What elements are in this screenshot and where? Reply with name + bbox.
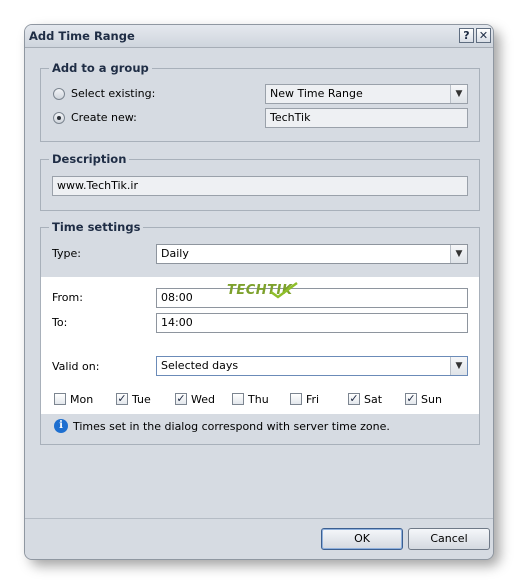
- help-button[interactable]: ?: [459, 28, 474, 43]
- add-time-range-dialog: Add Time Range ? ✕ Add to a group Select…: [24, 24, 494, 560]
- to-time-input[interactable]: 14:00: [156, 313, 468, 333]
- day-checkbox-mon[interactable]: [54, 393, 66, 405]
- add-to-group-section: Add to a group: [40, 61, 480, 142]
- from-time-input[interactable]: 08:00: [156, 288, 468, 308]
- description-input[interactable]: www.TechTik.ir: [52, 176, 468, 196]
- check-swoosh-icon: [270, 281, 298, 299]
- day-label-tue: Tue: [132, 393, 151, 406]
- day-label-sun: Sun: [421, 393, 442, 406]
- time-settings-legend: Time settings: [49, 220, 144, 234]
- day-label-mon: Mon: [70, 393, 94, 406]
- day-label-wed: Wed: [191, 393, 215, 406]
- day-checkbox-thu[interactable]: [232, 393, 244, 405]
- day-label-sat: Sat: [364, 393, 383, 406]
- info-icon: i: [54, 419, 68, 433]
- type-value: Daily: [161, 247, 189, 260]
- day-checkbox-fri[interactable]: [290, 393, 302, 405]
- valid-on-dropdown[interactable]: Selected days ▼: [156, 356, 468, 376]
- timezone-info-text: Times set in the dialog correspond with …: [73, 420, 390, 433]
- select-existing-label: Select existing:: [71, 87, 156, 100]
- create-new-radio[interactable]: [53, 112, 65, 124]
- description-legend: Description: [49, 152, 130, 166]
- cancel-button[interactable]: Cancel: [408, 528, 490, 550]
- day-label-thu: Thu: [248, 393, 269, 406]
- chevron-down-icon[interactable]: ▼: [450, 357, 467, 375]
- dialog-title: Add Time Range: [29, 29, 135, 43]
- type-label: Type:: [52, 247, 81, 260]
- to-label: To:: [52, 316, 68, 329]
- day-checkbox-sat[interactable]: ✓: [348, 393, 360, 405]
- add-to-group-legend: Add to a group: [49, 61, 152, 75]
- day-checkbox-tue[interactable]: ✓: [116, 393, 128, 405]
- from-label: From:: [52, 291, 83, 304]
- day-checkbox-sun[interactable]: ✓: [405, 393, 417, 405]
- title-bar: Add Time Range ? ✕: [25, 25, 493, 48]
- type-dropdown[interactable]: Daily ▼: [156, 244, 468, 264]
- valid-on-value: Selected days: [161, 359, 239, 372]
- existing-group-dropdown[interactable]: New Time Range ▼: [265, 84, 468, 104]
- valid-on-label: Valid on:: [52, 360, 100, 373]
- chevron-down-icon[interactable]: ▼: [450, 85, 467, 103]
- chevron-down-icon[interactable]: ▼: [450, 245, 467, 263]
- dialog-footer: OK Cancel: [25, 518, 493, 559]
- close-button[interactable]: ✕: [476, 28, 491, 43]
- select-existing-radio[interactable]: [53, 88, 65, 100]
- ok-button[interactable]: OK: [321, 528, 403, 550]
- existing-group-value: New Time Range: [270, 87, 363, 100]
- day-label-fri: Fri: [306, 393, 320, 406]
- create-new-input[interactable]: TechTik: [265, 108, 468, 128]
- day-checkbox-wed[interactable]: ✓: [175, 393, 187, 405]
- create-new-label: Create new:: [71, 111, 137, 124]
